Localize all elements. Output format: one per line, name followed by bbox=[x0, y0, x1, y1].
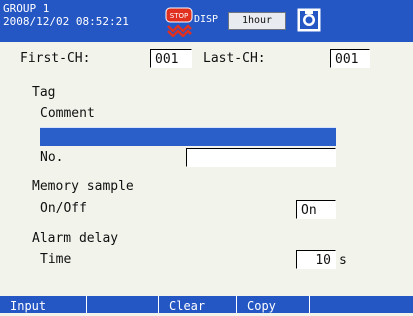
clear-softkey[interactable]: Clear bbox=[159, 296, 237, 313]
first-ch-label: First-CH: bbox=[20, 51, 91, 66]
tag-section-label: Tag bbox=[32, 85, 56, 100]
alarm-delay-label: Alarm delay bbox=[32, 231, 119, 246]
interval-box: 1hour bbox=[228, 12, 286, 30]
first-ch-field[interactable]: 001 bbox=[150, 49, 192, 68]
blank-softkey[interactable] bbox=[87, 296, 159, 313]
time-unit: s bbox=[339, 253, 347, 268]
datetime-label: 2008/12/02 08:52:21 bbox=[3, 15, 129, 28]
disp-label: DISP bbox=[194, 14, 219, 25]
group-label: GROUP 1 bbox=[3, 2, 50, 15]
comment-field[interactable] bbox=[40, 127, 336, 146]
no-label: No. bbox=[40, 150, 64, 165]
onoff-field[interactable]: On bbox=[296, 200, 336, 219]
comment-label: Comment bbox=[40, 106, 95, 121]
memory-sample-label: Memory sample bbox=[32, 179, 134, 194]
last-ch-field[interactable]: 001 bbox=[330, 49, 370, 68]
time-field[interactable]: 10 bbox=[296, 250, 336, 269]
time-label: Time bbox=[40, 252, 72, 267]
stop-status-icon: STOP bbox=[165, 7, 193, 37]
input-softkey[interactable]: Input bbox=[0, 296, 87, 313]
svg-text:STOP: STOP bbox=[170, 12, 188, 20]
last-ch-label: Last-CH: bbox=[203, 51, 266, 66]
save-icon bbox=[297, 8, 321, 32]
onoff-label: On/Off bbox=[40, 201, 87, 216]
no-field[interactable] bbox=[186, 148, 336, 167]
status-bar: GROUP 1 2008/12/02 08:52:21 STOP DISP 1h… bbox=[0, 0, 413, 42]
status-title: GROUP 1 2008/12/02 08:52:21 bbox=[3, 2, 129, 28]
settings-form: First-CH: 001 Last-CH: 001 Tag Comment N… bbox=[0, 42, 413, 288]
copy-softkey[interactable]: Copy bbox=[237, 296, 310, 313]
softkey-bar: Input Clear Copy bbox=[0, 296, 413, 313]
